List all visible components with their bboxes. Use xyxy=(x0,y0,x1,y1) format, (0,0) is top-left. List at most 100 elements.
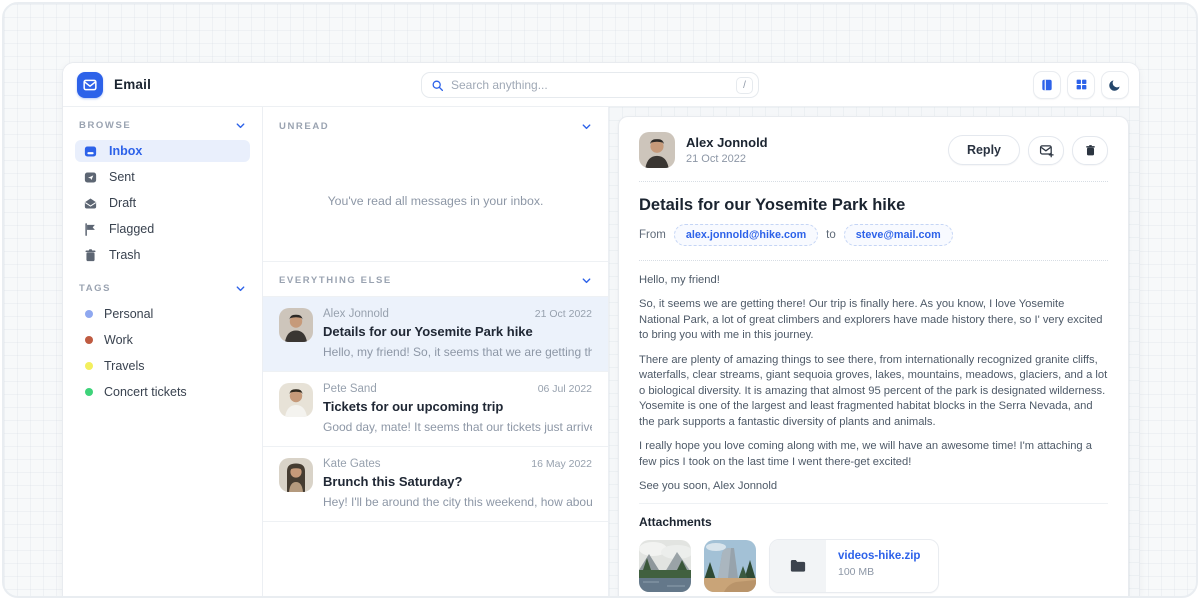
attachment-file-meta: videos-hike.zip 100 MB xyxy=(826,540,932,592)
tag-item-travels[interactable]: Travels xyxy=(75,355,250,377)
search-icon xyxy=(431,79,444,92)
body-paragraph: See you soon, Alex Jonnold xyxy=(639,479,1108,494)
body-paragraph: There are plenty of amazing things to se… xyxy=(639,353,1108,430)
email-body: Hello, my friend! So, it seems we are ge… xyxy=(639,273,1108,494)
sidebar: BROWSE Inbox Sent xyxy=(63,107,263,596)
browse-label: BROWSE xyxy=(79,120,131,131)
email-app-window: Email / xyxy=(62,62,1140,596)
everything-else-section-header: EVERYTHING ELSE xyxy=(263,262,608,297)
body-paragraph: I really hope you love coming along with… xyxy=(639,439,1108,470)
brand: Email xyxy=(77,72,151,98)
avatar xyxy=(279,308,313,342)
attachment-photo-half-dome[interactable] xyxy=(704,540,756,592)
sidebar-item-flagged[interactable]: Flagged xyxy=(75,218,250,240)
mail-subject: Tickets for our upcoming trip xyxy=(323,399,592,414)
unread-section-header: UNREAD xyxy=(263,107,608,140)
unread-empty-state: You've read all messages in your inbox. xyxy=(263,140,608,262)
tags-label: TAGS xyxy=(79,283,111,294)
mail-list-item-alex[interactable]: Alex Jonnold 21 Oct 2022 Details for our… xyxy=(263,297,608,372)
sidebar-item-draft[interactable]: Draft xyxy=(75,192,250,214)
avatar xyxy=(639,132,675,168)
attachment-photo-valley[interactable] xyxy=(639,540,691,592)
tag-item-work[interactable]: Work xyxy=(75,329,250,351)
mail-preview: Good day, mate! It seems that our ticket… xyxy=(323,420,592,434)
divider xyxy=(639,260,1108,261)
sidebar-item-label: Inbox xyxy=(109,144,142,158)
divider xyxy=(639,503,1108,504)
email-detail-card: Alex Jonnold 21 Oct 2022 Reply xyxy=(618,116,1129,596)
tag-dot xyxy=(85,310,93,318)
unread-label: UNREAD xyxy=(279,121,329,132)
inbox-icon xyxy=(83,144,98,159)
detail-area: Alex Jonnold 21 Oct 2022 Reply xyxy=(609,107,1139,596)
book-icon xyxy=(1040,78,1054,92)
mail-date: 06 Jul 2022 xyxy=(538,383,592,395)
attachment-file-card[interactable]: videos-hike.zip 100 MB xyxy=(769,539,939,593)
mail-item-content: Kate Gates 16 May 2022 Brunch this Satur… xyxy=(323,458,592,509)
mail-sender: Pete Sand xyxy=(323,383,377,395)
tag-item-concert-tickets[interactable]: Concert tickets xyxy=(75,381,250,403)
reply-button[interactable]: Reply xyxy=(948,135,1020,165)
mail-list-item-pete[interactable]: Pete Sand 06 Jul 2022 Tickets for our up… xyxy=(263,372,608,447)
search-input[interactable] xyxy=(451,78,729,92)
attachment-file-size: 100 MB xyxy=(838,566,920,578)
delete-button[interactable] xyxy=(1072,136,1108,165)
attachments-row: videos-hike.zip 100 MB xyxy=(639,539,1108,593)
app-body: BROWSE Inbox Sent xyxy=(63,107,1139,596)
moon-icon xyxy=(1108,78,1122,92)
body-paragraph: So, it seems we are getting there! Our t… xyxy=(639,297,1108,343)
mail-list-item-kate[interactable]: Kate Gates 16 May 2022 Brunch this Satur… xyxy=(263,447,608,522)
to-email-chip[interactable]: steve@mail.com xyxy=(844,224,953,246)
page-background: Email / xyxy=(2,2,1198,598)
email-logo-icon xyxy=(77,72,103,98)
forward-mail-button[interactable] xyxy=(1028,136,1064,165)
folder-icon xyxy=(770,540,826,592)
from-email-chip[interactable]: alex.jonnold@hike.com xyxy=(674,224,818,246)
book-button[interactable] xyxy=(1033,71,1061,99)
chevron-down-icon[interactable] xyxy=(581,121,592,132)
avatar xyxy=(279,458,313,492)
mail-plus-icon xyxy=(1039,143,1054,158)
sidebar-item-trash[interactable]: Trash xyxy=(75,244,250,266)
top-actions xyxy=(1033,71,1129,99)
tag-dot xyxy=(85,336,93,344)
search-shortcut-badge: / xyxy=(736,77,753,94)
tag-item-personal[interactable]: Personal xyxy=(75,303,250,325)
detail-sender-name: Alex Jonnold xyxy=(686,135,768,150)
mail-sender: Alex Jonnold xyxy=(323,308,389,320)
mail-item-content: Pete Sand 06 Jul 2022 Tickets for our up… xyxy=(323,383,592,434)
tag-label: Travels xyxy=(104,359,145,373)
tags-section-header: TAGS xyxy=(75,283,250,294)
sidebar-item-sent[interactable]: Sent xyxy=(75,166,250,188)
attachment-file-name: videos-hike.zip xyxy=(838,550,920,562)
sent-icon xyxy=(83,170,98,185)
grid-icon xyxy=(1075,78,1088,91)
tag-dot xyxy=(85,362,93,370)
everything-else-label: EVERYTHING ELSE xyxy=(279,275,392,286)
chevron-down-icon[interactable] xyxy=(581,275,592,286)
tags-section: TAGS Personal Work xyxy=(75,283,250,403)
tag-dot xyxy=(85,388,93,396)
email-subject: Details for our Yosemite Park hike xyxy=(639,196,1108,215)
detail-actions: Reply xyxy=(948,135,1108,165)
mail-date: 21 Oct 2022 xyxy=(535,308,592,320)
mail-item-content: Alex Jonnold 21 Oct 2022 Details for our… xyxy=(323,308,592,359)
search-bar[interactable]: / xyxy=(421,72,759,98)
flag-icon xyxy=(83,222,98,237)
from-to-row: From alex.jonnold@hike.com to steve@mail… xyxy=(639,224,1108,246)
mail-date: 16 May 2022 xyxy=(531,458,592,470)
top-bar: Email / xyxy=(63,63,1139,107)
browse-section-header: BROWSE xyxy=(75,120,250,131)
detail-date: 21 Oct 2022 xyxy=(686,153,768,165)
apps-button[interactable] xyxy=(1067,71,1095,99)
dark-mode-button[interactable] xyxy=(1101,71,1129,99)
chevron-down-icon[interactable] xyxy=(235,283,246,294)
mail-subject: Brunch this Saturday? xyxy=(323,474,592,489)
avatar xyxy=(279,383,313,417)
detail-header: Alex Jonnold 21 Oct 2022 Reply xyxy=(639,132,1108,168)
sidebar-item-inbox[interactable]: Inbox xyxy=(75,140,250,162)
sidebar-item-label: Draft xyxy=(109,196,136,210)
chevron-down-icon[interactable] xyxy=(235,120,246,131)
trash-icon xyxy=(1084,144,1097,157)
detail-sender-block: Alex Jonnold 21 Oct 2022 xyxy=(686,135,768,165)
